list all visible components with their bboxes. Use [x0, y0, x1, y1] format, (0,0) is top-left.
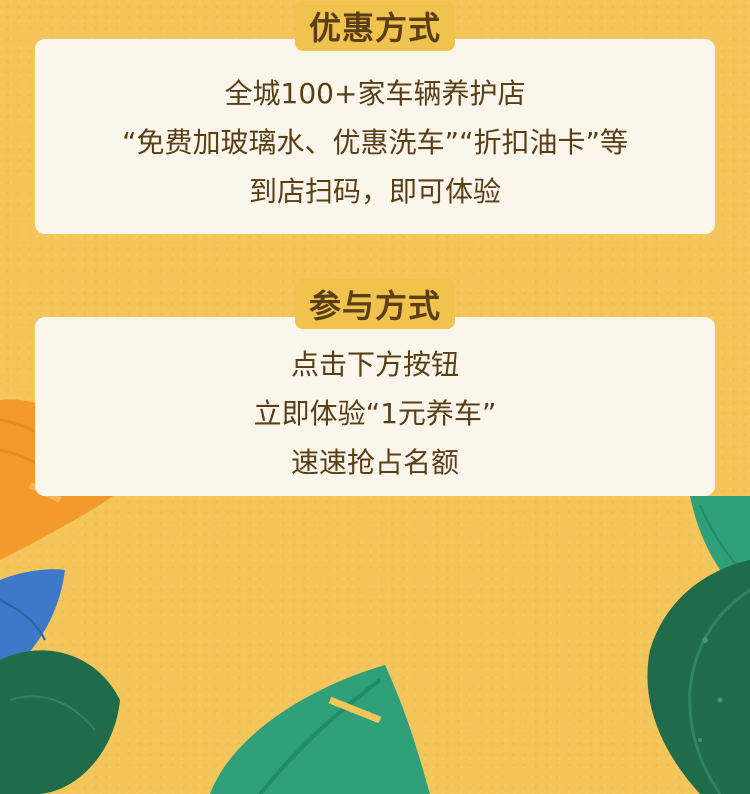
offers-line: “免费加玻璃水、优惠洗车”“折扣油卡”等: [121, 126, 629, 159]
offers-line: 到店扫码，即可体验: [248, 175, 501, 208]
participation-line: 立即体验“1元养车”: [253, 397, 497, 430]
dark-green-leaf-left: [0, 650, 120, 794]
section-title-text: 参与方式: [308, 287, 442, 325]
offers-line: 全城100+家车辆养护店: [224, 77, 526, 110]
offers-card: 全城100+家车辆养护店 “免费加玻璃水、优惠洗车”“折扣油卡”等 到店扫码，即…: [35, 39, 715, 234]
section-title-offers: 优惠方式: [294, 1, 456, 51]
dark-green-leaf-right: [647, 560, 750, 794]
section-title-participation: 参与方式: [294, 279, 456, 329]
section-title-text: 优惠方式: [308, 9, 442, 47]
participation-line: 速速抢占名额: [290, 446, 459, 479]
participation-line: 点击下方按钮: [290, 348, 459, 381]
participation-card: 点击下方按钮 立即体验“1元养车” 速速抢占名额: [35, 317, 715, 496]
